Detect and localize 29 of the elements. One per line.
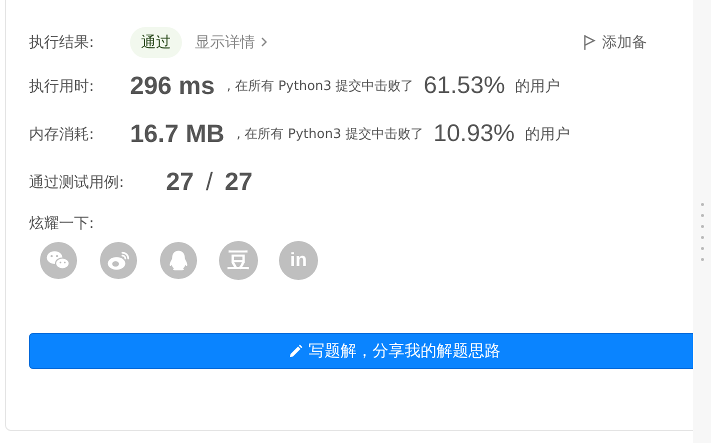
stat-label: 执行用时: [29,76,96,96]
resize-handle[interactable] [693,0,711,443]
stat-value: 16.7 MB [130,120,224,148]
write-solution-button[interactable]: 写题解，分享我的解题思路 [29,333,693,369]
pencil-icon [288,344,302,358]
testcase-label: 通过测试用例: [29,172,126,192]
chat-bubbles-icon[interactable] [39,241,78,280]
eye-swirl-icon[interactable] [99,241,138,280]
stat-percent: 61.53% [424,72,506,100]
count-separator: / [206,168,213,196]
total-count: 27 [224,168,253,196]
flag-icon [583,34,596,50]
stat-percent: 10.93% [433,120,515,148]
details-link[interactable]: 显示详情 [195,32,267,52]
penguin-icon[interactable] [159,241,198,280]
result-label: 执行结果: [29,32,96,52]
status-badge: 通过 [130,26,182,58]
stat-text: , 在所有 Python3 提交中击败了 [236,126,424,143]
stat-suffix: 的用户 [524,124,570,144]
passed-count: 27 [166,168,194,196]
stat-suffix: 的用户 [515,76,560,96]
stat-value: 296 ms [130,72,215,100]
linkedin-icon[interactable]: in [279,241,318,280]
chevron-icon [261,37,267,47]
share-label: 炫耀一下: [29,214,96,233]
add-note-button[interactable]: 添加备 [583,32,647,52]
stat-label: 内存消耗: [29,124,96,144]
douban-icon[interactable]: 豆 [219,241,258,280]
stat-text: , 在所有 Python3 提交中击败了 [226,78,414,95]
